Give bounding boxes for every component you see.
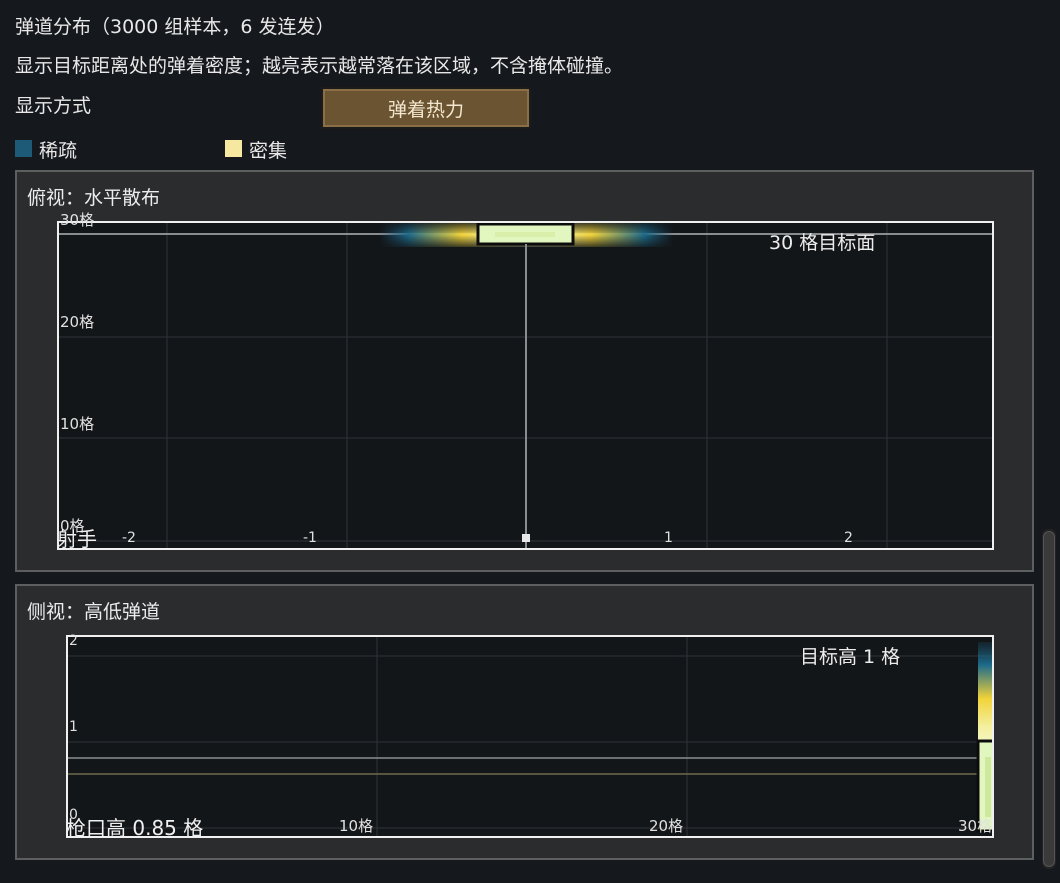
top-view-title: 俯视：水平散布: [27, 187, 161, 209]
display-mode-label: 显示方式: [15, 95, 92, 117]
side-ytick-1: 1: [69, 719, 78, 735]
top-xtick-2: 2: [844, 530, 853, 546]
display-mode-button[interactable]: 弹着热力: [321, 87, 531, 129]
legend-dense-label: 密集: [249, 140, 288, 162]
side-view-annotation: 目标高 1 格: [800, 646, 901, 668]
top-ytick-10: 10格: [60, 415, 95, 433]
top-xtick-neg1: -1: [303, 530, 317, 546]
side-xtick-20: 20格: [649, 817, 684, 835]
side-view-title: 侧视：高低弹道: [27, 601, 161, 623]
page-description: 显示目标距离处的弹着密度；越亮表示越常落在该区域，不含掩体碰撞。: [15, 55, 624, 77]
legend-sparse-label: 稀疏: [39, 140, 78, 162]
page-title: 弹道分布（3000 组样本，6 发连发）: [15, 16, 335, 38]
scrollbar-thumb[interactable]: [1043, 531, 1055, 867]
side-xtick-10: 10格: [339, 817, 374, 835]
top-xtick-1: 1: [664, 530, 673, 546]
shooter-label: 射手: [57, 527, 97, 551]
legend-sparse-swatch: [15, 140, 32, 157]
top-ytick-30: 30格: [60, 211, 95, 229]
shooter-marker: [522, 534, 530, 542]
top-view-plot: [57, 221, 994, 550]
side-ytick-2: 2: [69, 633, 78, 649]
legend-dense-swatch: [225, 140, 242, 157]
top-ytick-20: 20格: [60, 313, 95, 331]
muzzle-label: 枪口高 0.85 格: [66, 816, 204, 840]
top-view-svg: [59, 223, 992, 548]
top-xtick-neg2: -2: [122, 530, 136, 546]
side-xtick-30: 30格: [958, 817, 993, 835]
top-view-annotation: 30 格目标面: [769, 232, 876, 254]
